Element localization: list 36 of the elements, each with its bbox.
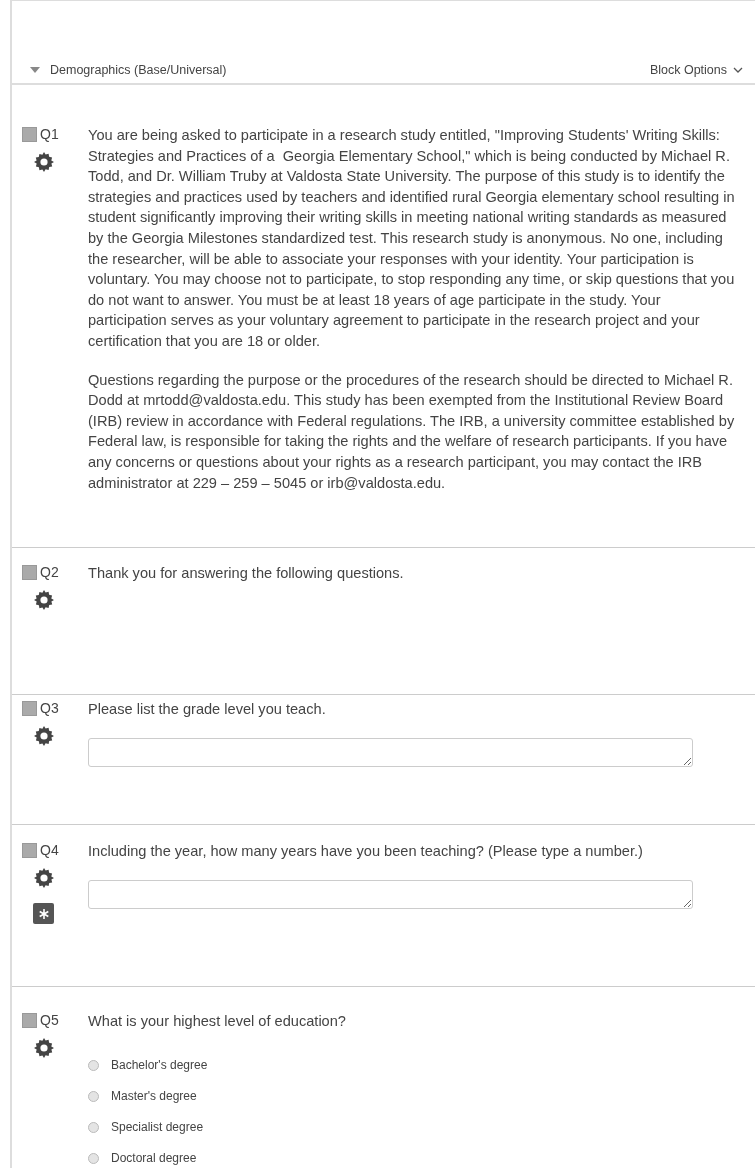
block-title: Demographics (Base/Universal) [50, 63, 227, 77]
radio-button[interactable] [88, 1121, 99, 1133]
settings-icon[interactable] [34, 1038, 54, 1058]
question-number: Q1 [40, 126, 59, 142]
select-checkbox[interactable] [22, 842, 37, 858]
answer-field[interactable] [88, 879, 693, 909]
question-number: Q5 [40, 1012, 59, 1028]
settings-icon[interactable] [34, 868, 54, 888]
answer-field[interactable] [88, 737, 693, 767]
radio-button[interactable] [88, 1090, 99, 1102]
question-text: What is your highest level of education? [88, 1012, 347, 1031]
choice-option[interactable]: Doctoral degree [88, 1142, 743, 1168]
chevron-down-icon[interactable] [733, 67, 743, 73]
radio-button[interactable] [88, 1152, 99, 1164]
question-number: Q3 [40, 700, 59, 716]
settings-icon[interactable] [34, 152, 54, 172]
question-number: Q2 [40, 564, 59, 580]
select-checkbox[interactable] [22, 1012, 37, 1028]
settings-icon[interactable] [34, 726, 54, 746]
choice-option[interactable]: Bachelor's degree [88, 1049, 743, 1081]
question-text: Including the year, how many years have you been teaching? (Please type a number.) [88, 842, 644, 861]
asterisk-badge-icon[interactable] [33, 903, 54, 924]
question-text: Please list the grade level you teach. [88, 700, 327, 719]
select-checkbox[interactable] [22, 564, 37, 580]
question-text: Thank you for answering the following questions. [88, 564, 405, 583]
block-options-button[interactable]: Block Options [649, 63, 743, 77]
choice-option[interactable]: Master's degree [88, 1080, 743, 1112]
question-text: You are being asked to participate in a research study entitled, "Improving Students' Writing Skills: Strategies and Practices of a Georgia Elementary School," which is being conducted by Michael R. Todd, and Dr. William Truby at Valdosta State University. The purpose of this study is to identify the strategies and practices used by teachers and identified rural Georgia elementary school resulting in student significantly improving their writing skills in meeting national writing standards as measured by the Georgia Milestones standardized test. This research study is anonymous. No one, including the researcher, will be able to associate your responses with your identity. Your participation is voluntary. You may choose not to participate, to stop responding any time, or skip questions that you do not want to answer. You must be at least 18 years of age participate in the study. Your participation serves as your voluntary agreement to participate in the research project and your certification that you are 18 or older. [88, 126, 736, 351]
select-checkbox[interactable] [22, 700, 37, 716]
select-checkbox[interactable] [22, 126, 37, 142]
radio-button[interactable] [88, 1059, 99, 1071]
choice-option[interactable]: Specialist degree [88, 1111, 743, 1143]
collapse-triangle-icon[interactable] [30, 67, 40, 73]
question-number: Q4 [40, 842, 59, 858]
settings-icon[interactable] [34, 590, 54, 610]
question-text: Questions regarding the purpose or the procedures of the research should be directed to Michael R. Dodd at mrtodd@valdosta.edu. This study has been exempted from the Institutional Review Board (IRB) review in accordance with Federal regulations. The IRB, a university committee established by Federal law, is responsible for taking the rights and the welfare of research participants. If you have any concerns or questions about your rights as a research participant, you may contact the IRB administrator at 229 – 259 – 5045 or irb@valdosta.edu. [88, 370, 736, 493]
